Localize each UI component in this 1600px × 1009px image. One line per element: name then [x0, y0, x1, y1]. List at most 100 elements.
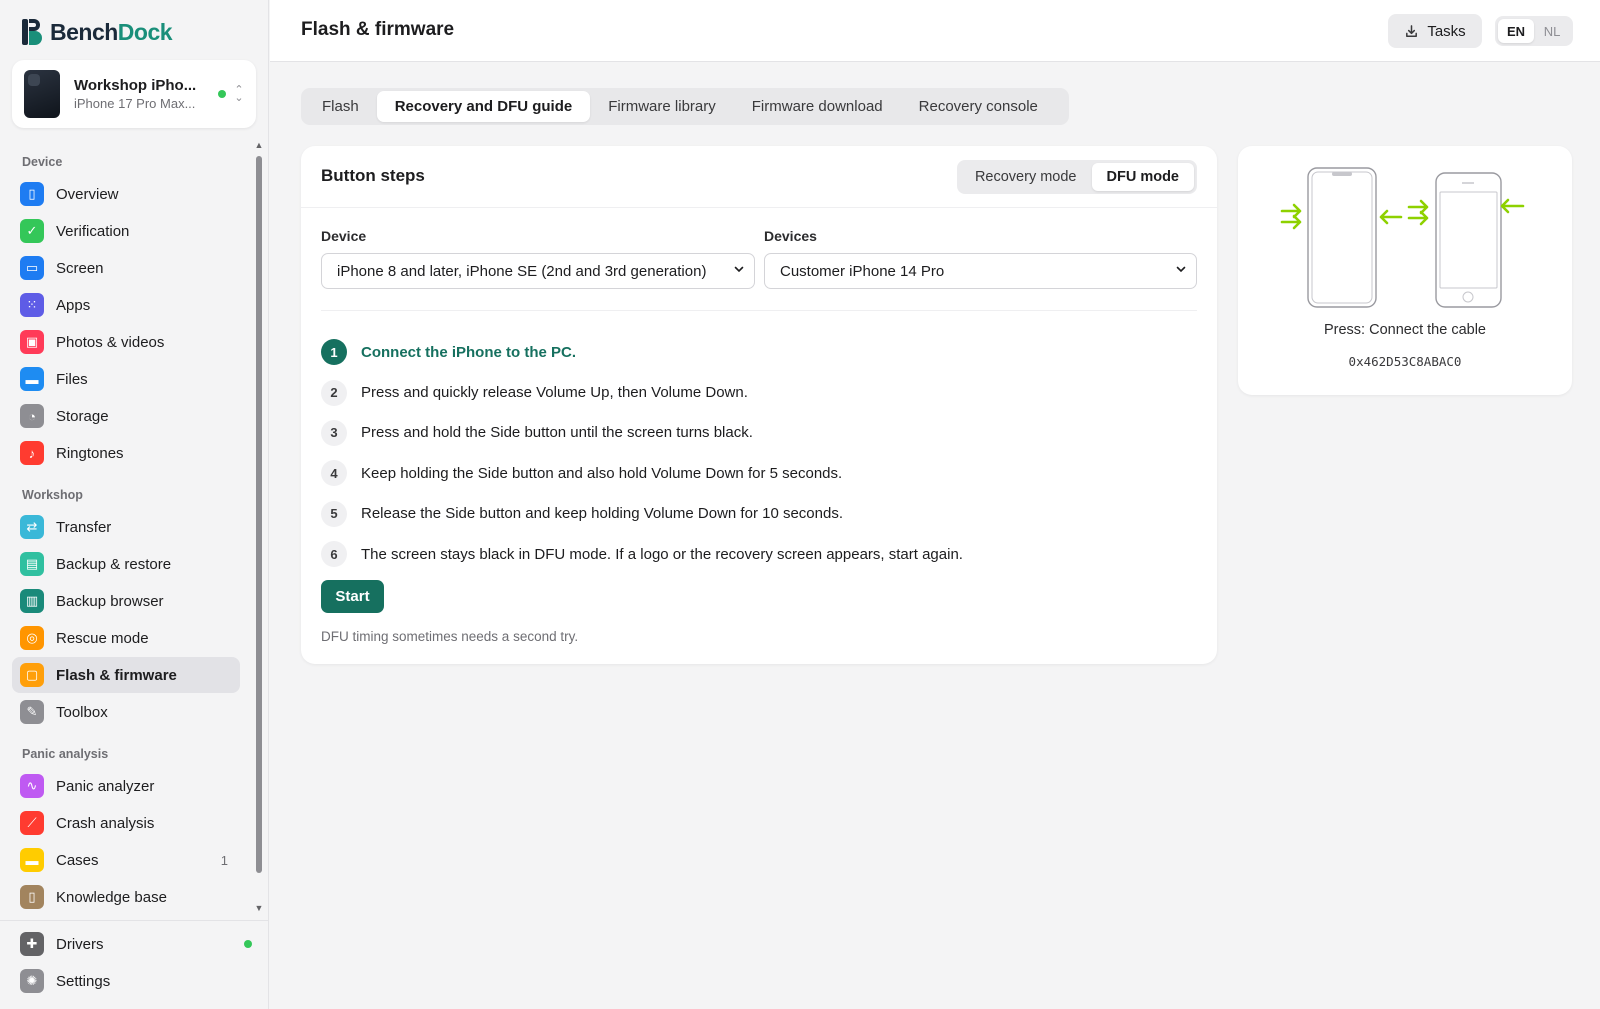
tab-recovery-console[interactable]: Recovery console [901, 91, 1056, 122]
step-number: 5 [321, 500, 347, 527]
page-title: Flash & firmware [301, 19, 455, 40]
step-number: 2 [321, 379, 347, 406]
sidebar-item-label: Ringtones [56, 444, 124, 462]
item-count-badge: 1 [220, 852, 228, 868]
sidebar-item-label: Photos & videos [56, 333, 165, 351]
device-label: Device [321, 228, 367, 244]
pie-icon: ◔ [20, 404, 44, 428]
divider [321, 310, 1197, 311]
sidebar-item-label: Transfer [56, 518, 112, 536]
step-item: 5 Release the Side button and keep holdin… [321, 494, 1201, 534]
tab-recovery-dfu-guide[interactable]: Recovery and DFU guide [376, 91, 591, 122]
sidebar-item-label: Panic analyzer [56, 777, 155, 795]
sidebar-item-label: Cases [56, 851, 99, 869]
sidebar-item-storage[interactable]: ◔ Storage [12, 398, 240, 434]
sidebar-item-photos-and-videos[interactable]: ▣ Photos & videos [12, 324, 240, 360]
sidebar-item-verification[interactable]: ✓ Verification [12, 213, 240, 249]
step-item: 3 Press and hold the Side button until th… [321, 413, 1201, 453]
devices-label: Devices [764, 228, 817, 244]
step-item: 1 Connect the iPhone to the PC. [321, 332, 1201, 372]
step-text: Release the Side button and keep holding… [361, 505, 843, 523]
sidebar-item-cases[interactable]: ▬ Cases 1 [12, 842, 240, 878]
phones-illustration [1280, 167, 1525, 308]
sidebar-item-backup-and-restore[interactable]: ▤ Backup & restore [12, 546, 240, 582]
scroll-thumb[interactable] [256, 156, 262, 873]
lang-nl[interactable]: NL [1534, 19, 1570, 43]
logo-mark-icon [22, 19, 42, 45]
sidebar: BenchDock Workshop iPho... iPhone 17 Pro… [0, 0, 269, 1009]
screen-icon: ▭ [20, 256, 44, 280]
sidebar-item-toolbox[interactable]: ✎ Toolbox [12, 694, 240, 730]
device-selector[interactable]: Workshop iPho... iPhone 17 Pro Max... ⌃ ⌄ [12, 60, 256, 128]
step-item: 4 Keep holding the Side button and also h… [321, 453, 1201, 493]
mode-dfu[interactable]: DFU mode [1091, 163, 1194, 191]
sidebar-item-backup-browser[interactable]: ▥ Backup browser [12, 583, 240, 619]
tab-flash[interactable]: Flash [304, 91, 377, 122]
home-button-iphone-icon [1435, 172, 1502, 308]
sidebar-item-label: Drivers [56, 935, 104, 953]
sidebar-section-title: Device [22, 155, 63, 169]
sidebar-item-files[interactable]: ▬ Files [12, 361, 240, 397]
step-text: Press and hold the Side button until the… [361, 424, 753, 442]
device-select[interactable]: iPhone 8 and later, iPhone SE (2nd and 3… [321, 253, 755, 289]
arrow-left-icon [1500, 198, 1525, 214]
scroll-up-arrow-icon[interactable]: ▲ [253, 140, 265, 150]
sidebar-item-apps[interactable]: ⁙ Apps [12, 287, 240, 323]
lang-en[interactable]: EN [1498, 19, 1534, 43]
driver-status-dot [244, 940, 252, 948]
tasks-button[interactable]: Tasks [1388, 14, 1482, 48]
step-number: 4 [321, 460, 347, 487]
mode-toggle[interactable]: Recovery mode DFU mode [956, 160, 1197, 194]
sidebar-item-settings[interactable]: ✺ Settings [12, 963, 256, 999]
sidebar-scrollbar[interactable]: ▲ ▼ [253, 140, 265, 913]
sidebar-section-title: Workshop [22, 488, 83, 502]
devices-select[interactable]: Customer iPhone 14 Pro [764, 253, 1197, 289]
tab-firmware-library[interactable]: Firmware library [590, 91, 734, 122]
mode-recovery[interactable]: Recovery mode [960, 163, 1092, 191]
step-number: 6 [321, 541, 347, 568]
language-toggle[interactable]: EN NL [1495, 16, 1573, 46]
tray-icon: ▥ [20, 589, 44, 613]
tab-firmware-download[interactable]: Firmware download [734, 91, 901, 122]
sidebar-bottom: ✚ Drivers ✺ Settings [0, 920, 268, 1000]
tasks-label: Tasks [1427, 22, 1466, 40]
book-icon: ▯ [20, 885, 44, 909]
phone-icon: ▯ [20, 182, 44, 206]
sidebar-item-flash-and-firmware[interactable]: ▢ Flash & firmware [12, 657, 240, 693]
step-number: 1 [321, 339, 347, 366]
sidebar-item-rescue-mode[interactable]: ◎ Rescue mode [12, 620, 240, 656]
sidebar-item-label: Storage [56, 407, 109, 425]
tasks-icon [1406, 24, 1418, 37]
sidebar-item-label: Backup & restore [56, 555, 172, 573]
sidebar-item-drivers[interactable]: ✚ Drivers [12, 926, 256, 962]
button-steps-card: Button steps Recovery mode DFU mode Devi… [301, 146, 1217, 664]
sidebar-item-ringtones[interactable]: ♪ Ringtones [12, 435, 240, 471]
chevron-down-icon [1176, 266, 1186, 273]
shield-check-icon: ✓ [20, 219, 44, 243]
archive-icon: ▤ [20, 552, 44, 576]
device-model: iPhone 17 Pro Max... [74, 96, 196, 111]
sidebar-item-panic-analyzer[interactable]: ∿ Panic analyzer [12, 768, 240, 804]
sidebar-item-screen[interactable]: ▭ Screen [12, 250, 240, 286]
sidebar-item-transfer[interactable]: ⇄ Transfer [12, 509, 240, 545]
sidebar-item-knowledge-base[interactable]: ▯ Knowledge base [12, 879, 240, 913]
start-button[interactable]: Start [321, 580, 384, 613]
sidebar-item-label: Overview [56, 185, 119, 203]
scroll-down-arrow-icon[interactable]: ▼ [253, 903, 265, 913]
devices-select-value: Customer iPhone 14 Pro [780, 262, 945, 280]
steps-list: 1 Connect the iPhone to the PC. 2 Press an… [321, 332, 1201, 574]
music-icon: ♪ [20, 441, 44, 465]
photo-icon: ▣ [20, 330, 44, 354]
tab-bar: Flash Recovery and DFU guide Firmware li… [301, 88, 1069, 125]
gear-icon: ✺ [20, 969, 44, 993]
sidebar-item-crash-analysis[interactable]: ⟋ Crash analysis [12, 805, 240, 841]
step-text: The screen stays black in DFU mode. If a… [361, 545, 963, 563]
dfu-note: DFU timing sometimes needs a second try. [321, 629, 579, 644]
sidebar-item-label: Verification [56, 222, 130, 240]
app-logo: BenchDock [22, 18, 173, 46]
sidebar-item-overview[interactable]: ▯ Overview [12, 176, 240, 212]
step-number: 3 [321, 419, 347, 446]
sidebar-nav: Device ▯ Overview ✓ Verification ▭ Screen ⁙ Apps… [0, 140, 252, 913]
sidebar-item-label: Backup browser [56, 592, 164, 610]
sidebar-item-label: Files [56, 370, 88, 388]
